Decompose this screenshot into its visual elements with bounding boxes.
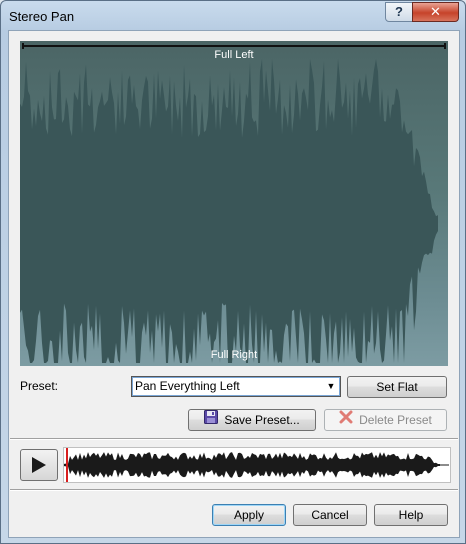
- window-title: Stereo Pan: [9, 9, 75, 24]
- dialog-client-area: Full Left Full Right Preset: Pan Everyth…: [8, 30, 460, 538]
- preset-label: Preset:: [20, 379, 59, 393]
- pan-envelope-display[interactable]: Full Left Full Right: [20, 41, 448, 366]
- apply-label: Apply: [233, 508, 265, 522]
- preset-dropdown[interactable]: Pan Everything Left ▼: [131, 376, 341, 397]
- set-flat-label: Set Flat: [376, 380, 418, 394]
- delete-preset-label: Delete Preset: [359, 413, 432, 427]
- play-button[interactable]: [20, 449, 58, 481]
- pan-waveform-shape: [20, 59, 438, 363]
- floppy-disk-icon: [204, 409, 219, 430]
- help-button[interactable]: Help: [374, 504, 448, 526]
- playhead-cursor[interactable]: [66, 448, 68, 482]
- apply-button[interactable]: Apply: [212, 504, 286, 526]
- divider: [10, 438, 458, 440]
- preview-waveform-graphic: [64, 452, 449, 478]
- title-help-button[interactable]: ?: [385, 2, 413, 22]
- preview-waveform[interactable]: [63, 447, 451, 483]
- cancel-button[interactable]: Cancel: [293, 504, 367, 526]
- delete-preset-button[interactable]: Delete Preset: [324, 409, 447, 431]
- play-icon: [32, 457, 46, 473]
- red-x-icon: [339, 410, 353, 430]
- cancel-label: Cancel: [311, 508, 349, 522]
- save-preset-button[interactable]: Save Preset...: [188, 409, 316, 431]
- stereo-pan-dialog: Stereo Pan ? ✕ Full Left Full Right Pres…: [0, 0, 466, 544]
- chevron-down-icon[interactable]: ▼: [322, 377, 340, 396]
- pan-waveform: [20, 59, 438, 363]
- help-label: Help: [398, 508, 424, 522]
- pan-envelope-line[interactable]: [22, 43, 446, 49]
- full-right-label: Full Right: [210, 349, 258, 361]
- close-button[interactable]: ✕: [412, 2, 459, 22]
- divider: [10, 489, 458, 491]
- title-bar[interactable]: Stereo Pan ? ✕: [1, 1, 465, 31]
- save-preset-label: Save Preset...: [224, 413, 300, 427]
- full-left-label: Full Left: [214, 49, 254, 61]
- preset-selected-value: Pan Everything Left: [135, 379, 240, 393]
- set-flat-button[interactable]: Set Flat: [347, 376, 447, 398]
